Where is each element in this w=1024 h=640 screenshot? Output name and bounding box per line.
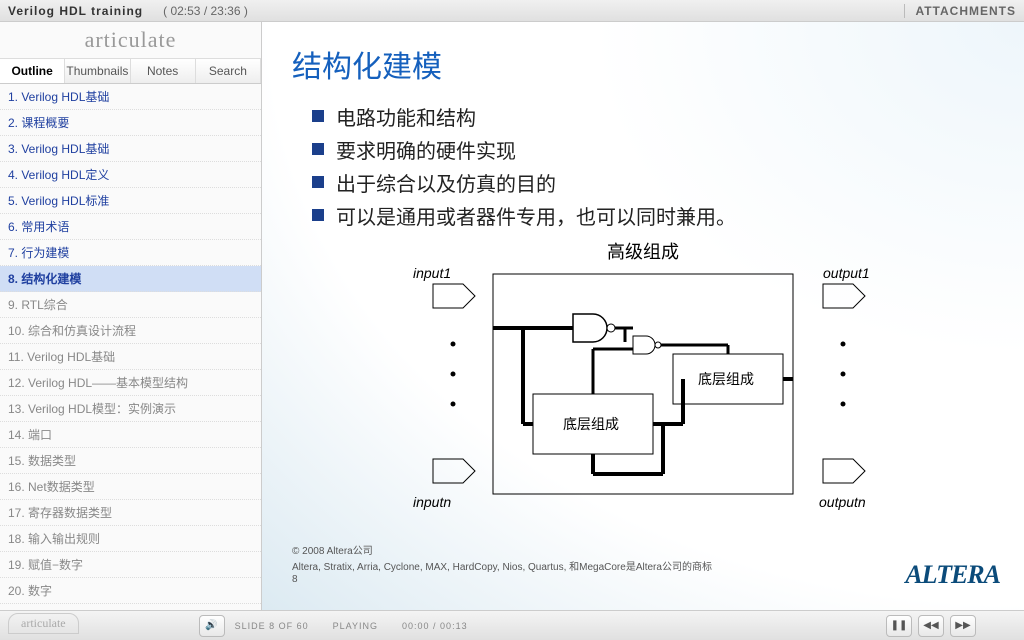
outline-item[interactable]: 13. Verilog HDL模型：实例演示 [0, 396, 261, 422]
tab-thumbnails[interactable]: Thumbnails [65, 59, 130, 83]
outline-item[interactable]: 12. Verilog HDL——基本模型结构 [0, 370, 261, 396]
sidebar-tabs: OutlineThumbnailsNotesSearch [0, 58, 261, 84]
brand-small[interactable]: articulate [8, 613, 79, 634]
bullet-item: 要求明确的硬件实现 [312, 135, 994, 164]
top-bar: Verilog HDL training ( 02:53 / 23:36 ) A… [0, 0, 1024, 22]
diagram-title: 高级组成 [292, 238, 994, 264]
bullet-text: 要求明确的硬件实现 [336, 135, 516, 164]
svg-text:outputn: outputn [819, 494, 866, 510]
svg-text:底层组成: 底层组成 [698, 371, 754, 387]
slide-footer: © 2008 Altera公司 Altera, Stratix, Arria, … [292, 541, 712, 586]
bottom-bar: articulate 🔊 SLIDE 8 OF 60 PLAYING 00:00… [0, 610, 1024, 640]
playback-status: SLIDE 8 OF 60 PLAYING 00:00 / 00:13 [235, 621, 468, 631]
outline-item[interactable]: 16. Net数据类型 [0, 474, 261, 500]
bullet-square-icon [312, 176, 324, 188]
outline-item[interactable]: 8. 结构化建模 [0, 266, 261, 292]
bullet-square-icon [312, 110, 324, 122]
slide-title: 结构化建模 [292, 42, 994, 86]
next-button[interactable]: ▶▶ [950, 615, 976, 637]
outline-item[interactable]: 19. 赋值−数字 [0, 552, 261, 578]
outline-item[interactable]: 20. 数字 [0, 578, 261, 604]
outline-item[interactable]: 9. RTL综合 [0, 292, 261, 318]
attachments-link[interactable]: ATTACHMENTS [904, 4, 1016, 18]
outline-item[interactable]: 15. 数据类型 [0, 448, 261, 474]
brand-logo: articulate [0, 22, 261, 58]
outline-item[interactable]: 2. 课程概要 [0, 110, 261, 136]
bullet-square-icon [312, 209, 324, 221]
svg-text:底层组成: 底层组成 [563, 416, 619, 432]
volume-button[interactable]: 🔊 [199, 615, 225, 637]
outline-item[interactable]: 3. Verilog HDL基础 [0, 136, 261, 162]
transport-controls: ❚❚ ◀◀ ▶▶ [478, 615, 1016, 637]
bullet-item: 出于综合以及仿真的目的 [312, 168, 994, 197]
page-number: 8 [292, 574, 712, 585]
outline-item[interactable]: 17. 寄存器数据类型 [0, 500, 261, 526]
outline-item[interactable]: 7. 行为建模 [0, 240, 261, 266]
diagram-area: 高级组成 input1 inputn output1 outputn [292, 238, 994, 517]
prev-button[interactable]: ◀◀ [918, 615, 944, 637]
bullet-text: 电路功能和结构 [336, 102, 476, 131]
outline-item[interactable]: 4. Verilog HDL定义 [0, 162, 261, 188]
sidebar: articulate OutlineThumbnailsNotesSearch … [0, 22, 262, 610]
tab-notes[interactable]: Notes [131, 59, 196, 83]
copyright: © 2008 Altera公司 [292, 542, 712, 557]
svg-text:input1: input1 [413, 265, 451, 281]
app-title: Verilog HDL training [8, 4, 143, 18]
bullet-text: 可以是通用或者器件专用，也可以同时兼用。 [336, 201, 736, 230]
outline-item[interactable]: 21. 算子 [0, 604, 261, 610]
outline-item[interactable]: 1. Verilog HDL基础 [0, 84, 261, 110]
slide-content: 结构化建模 电路功能和结构要求明确的硬件实现出于综合以及仿真的目的可以是通用或者… [262, 22, 1024, 610]
outline-item[interactable]: 5. Verilog HDL标准 [0, 188, 261, 214]
outline-item[interactable]: 10. 综合和仿真设计流程 [0, 318, 261, 344]
outline-list[interactable]: 1. Verilog HDL基础2. 课程概要3. Verilog HDL基础4… [0, 84, 261, 610]
pause-button[interactable]: ❚❚ [886, 615, 912, 637]
outline-item[interactable]: 14. 端口 [0, 422, 261, 448]
header-time: ( 02:53 / 23:36 ) [163, 4, 248, 18]
bullet-square-icon [312, 143, 324, 155]
outline-item[interactable]: 6. 常用术语 [0, 214, 261, 240]
outline-item[interactable]: 18. 输入输出规则 [0, 526, 261, 552]
tab-outline[interactable]: Outline [0, 59, 65, 83]
bullet-text: 出于综合以及仿真的目的 [336, 168, 556, 197]
bullet-list: 电路功能和结构要求明确的硬件实现出于综合以及仿真的目的可以是通用或者器件专用，也… [312, 102, 994, 230]
bullet-item: 电路功能和结构 [312, 102, 994, 131]
bullet-item: 可以是通用或者器件专用，也可以同时兼用。 [312, 201, 994, 230]
svg-text:output1: output1 [823, 265, 870, 281]
block-diagram: input1 inputn output1 outputn 底层组成 [363, 264, 923, 514]
altera-logo: ALTERA [905, 560, 1000, 590]
trademark: Altera, Stratix, Arria, Cyclone, MAX, Ha… [292, 558, 712, 573]
svg-text:inputn: inputn [413, 494, 451, 510]
tab-search[interactable]: Search [196, 59, 261, 83]
main-area: articulate OutlineThumbnailsNotesSearch … [0, 22, 1024, 610]
outline-item[interactable]: 11. Verilog HDL基础 [0, 344, 261, 370]
